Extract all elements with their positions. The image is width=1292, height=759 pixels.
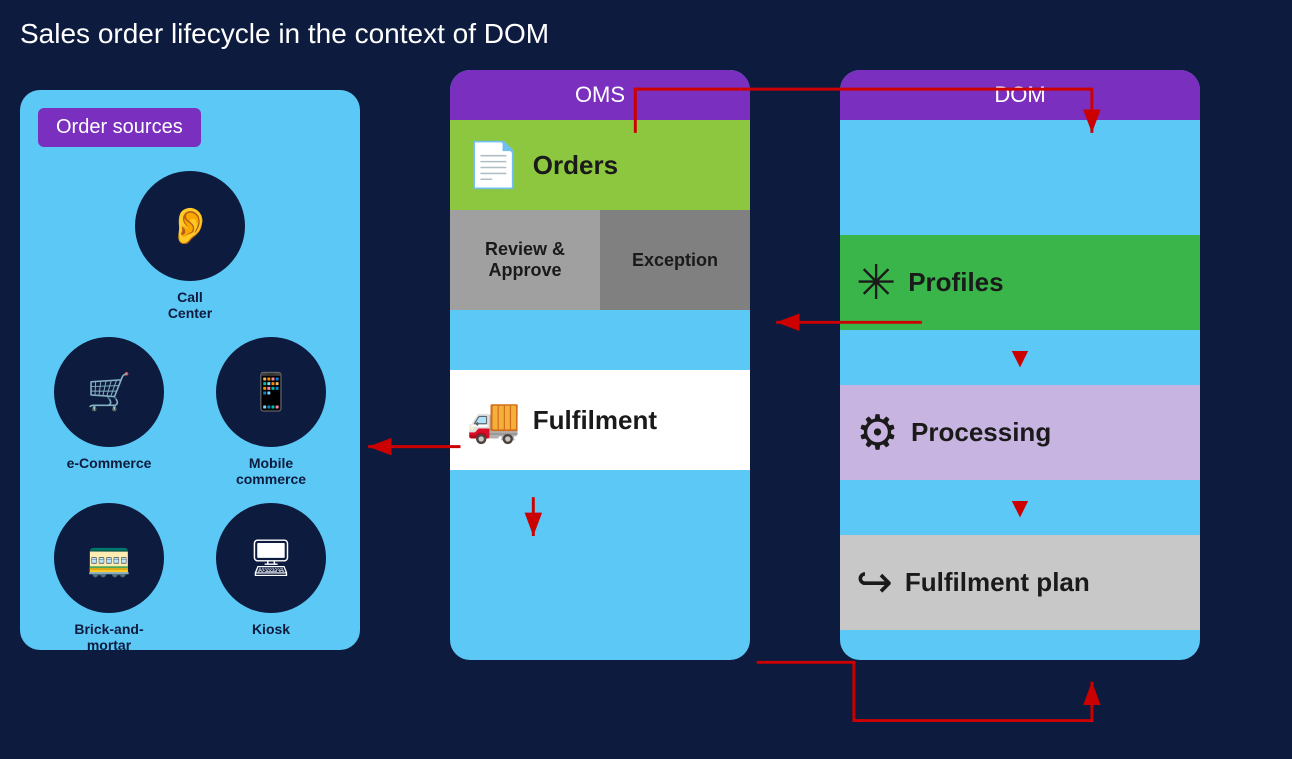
oms-exception-section: Exception — [600, 210, 750, 310]
oms-gap — [450, 310, 750, 370]
dom-gap2: ▼ — [840, 330, 1200, 385]
kiosk-icon: 🖥 — [216, 503, 326, 613]
dom-fulfilment-plan-section: ↪ Fulfilment plan — [840, 535, 1200, 630]
kiosk-label: Kiosk — [252, 621, 290, 637]
list-item: 🖥 Kiosk — [198, 503, 344, 653]
list-item: 🚃 Brick-and-mortar — [36, 503, 182, 653]
dom-top-gap — [840, 120, 1200, 175]
order-sources-box: Order sources 👂 CallCenter 🛒 e-Commerce … — [20, 90, 360, 650]
list-item: 📱 Mobilecommerce — [198, 337, 344, 487]
dom-box: DOM ✳ Profiles ▼ ⚙ Processing ▼ ↪ Fulfil… — [840, 70, 1200, 660]
page-title: Sales order lifecycle in the context of … — [0, 0, 1292, 60]
profiles-icon: ✳ — [856, 255, 896, 311]
processing-icon: ⚙ — [856, 405, 899, 461]
dom-processing-section: ⚙ Processing — [840, 385, 1200, 480]
orders-icon: 📄 — [466, 139, 521, 191]
list-item: 🛒 e-Commerce — [36, 337, 182, 487]
ecommerce-label: e-Commerce — [67, 455, 152, 471]
list-item: 👂 CallCenter — [135, 171, 245, 321]
oms-middle-section: Review &Approve Exception — [450, 210, 750, 310]
fulfilment-plan-icon: ↪ — [856, 557, 893, 608]
oms-fulfilment-section: 🚚 Fulfilment — [450, 370, 750, 470]
dom-header: DOM — [840, 70, 1200, 120]
brick-mortar-icon: 🚃 — [54, 503, 164, 613]
call-center-icon: 👂 — [135, 171, 245, 281]
fulfilment-icon: 🚚 — [466, 394, 521, 446]
down-arrow-icon2: ▼ — [1006, 492, 1034, 524]
ecommerce-icon: 🛒 — [54, 337, 164, 447]
fulfilment-label: Fulfilment — [533, 405, 657, 436]
mobile-commerce-label: Mobilecommerce — [236, 455, 306, 487]
processing-label: Processing — [911, 417, 1051, 448]
oms-review-section: Review &Approve — [450, 210, 600, 310]
order-sources-label: Order sources — [38, 108, 201, 147]
call-center-label: CallCenter — [168, 289, 212, 321]
oms-orders-section: 📄 Orders — [450, 120, 750, 210]
dom-gap3: ▼ — [840, 480, 1200, 535]
oms-header: OMS — [450, 70, 750, 120]
mobile-commerce-icon: 📱 — [216, 337, 326, 447]
review-approve-label: Review &Approve — [485, 239, 565, 281]
fulfilment-plan-label: Fulfilment plan — [905, 567, 1090, 598]
down-arrow-icon: ▼ — [1006, 342, 1034, 374]
oms-box: OMS 📄 Orders Review &Approve Exception 🚚… — [450, 70, 750, 660]
dom-profiles-section: ✳ Profiles — [840, 235, 1200, 330]
brick-mortar-label: Brick-and-mortar — [74, 621, 143, 653]
exception-label: Exception — [632, 250, 718, 271]
orders-label: Orders — [533, 150, 618, 181]
profiles-label: Profiles — [908, 267, 1003, 298]
